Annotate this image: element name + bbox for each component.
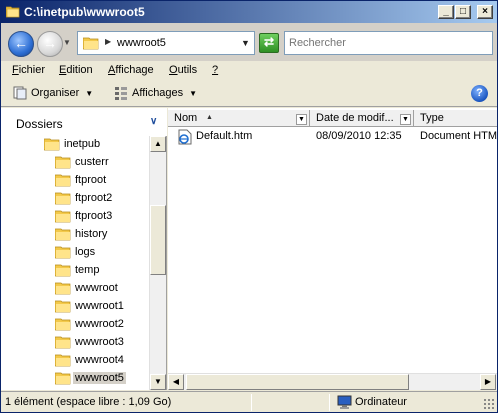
window-title: C:\inetpub\wwwroot5 (24, 5, 145, 19)
folder-icon (55, 174, 71, 187)
tree-item-label: wwwroot5 (73, 372, 126, 384)
folder-icon (55, 156, 71, 169)
organize-button[interactable]: Organiser ▼ (13, 86, 93, 100)
column-header-label: Nom (174, 112, 198, 124)
title-bar[interactable]: C:\inetpub\wwwroot5 _ □ × (1, 1, 497, 23)
menu-outils[interactable]: Outils (169, 64, 197, 76)
tree-item-label: ftproot (75, 174, 107, 186)
file-date: 08/09/2010 12:35 (316, 130, 402, 142)
tree-item-label: wwwroot4 (75, 354, 124, 366)
breadcrumb-separator-icon[interactable]: ▶ (105, 37, 111, 46)
explorer-window: C:\inetpub\wwwroot5 _ □ × ← → ▼ ▶ wwwroo… (0, 0, 498, 413)
column-filter-dropdown-icon[interactable]: ▼ (400, 114, 411, 125)
status-divider (251, 394, 252, 411)
file-horizontal-scrollbar[interactable]: ◀ ▶ (168, 373, 497, 390)
folder-icon (55, 228, 71, 241)
toolbar: Organiser ▼ Affichages ▼ ? (1, 81, 497, 107)
column-filter-dropdown-icon[interactable]: ▼ (296, 114, 307, 125)
tree-item-label: inetpub (64, 138, 101, 150)
folder-tree-pane: Dossiers ∨ inetpub custerr ftproot ftproot… (1, 108, 167, 390)
menu-edition[interactable]: Edition (59, 64, 93, 76)
status-divider (329, 394, 330, 411)
folder-icon (55, 336, 71, 349)
scroll-thumb[interactable] (150, 205, 166, 275)
scroll-down-button[interactable]: ▼ (150, 374, 166, 390)
status-bar: 1 élément (espace libre : 1,09 Go) Ordin… (1, 391, 497, 412)
tree-item-label: temp (75, 264, 100, 276)
tree-vertical-scrollbar[interactable]: ▲ ▼ (149, 136, 166, 390)
tree-item-label: custerr (75, 156, 109, 168)
folder-icon (83, 37, 99, 50)
status-zone-label: Ordinateur (355, 396, 407, 408)
refresh-button[interactable]: ⇄ (259, 33, 279, 53)
address-bar[interactable]: ▶ wwwroot5 ▼ (77, 31, 255, 55)
tree-item-label: ftproot3 (75, 210, 113, 222)
views-label: Affichages (132, 86, 184, 99)
menu-bar: Fichier Edition Affichage Outils ? (1, 61, 497, 81)
folder-icon (55, 318, 71, 331)
chevron-down-icon[interactable]: ∨ (150, 116, 157, 127)
tree-item-label: history (75, 228, 108, 240)
views-button[interactable]: Affichages ▼ (114, 86, 197, 100)
back-button[interactable]: ← (8, 31, 34, 57)
search-input[interactable] (285, 32, 492, 54)
folders-header[interactable]: Dossiers ∨ (1, 108, 167, 136)
help-button[interactable]: ? (471, 85, 488, 102)
scroll-right-button[interactable]: ▶ (480, 374, 496, 390)
file-type: Document HTML (420, 130, 497, 142)
folder-icon (55, 264, 71, 277)
folder-icon (55, 354, 71, 367)
folder-icon (55, 300, 71, 313)
column-header-label: Type (420, 112, 444, 124)
column-header-name[interactable]: Nom ▲ ▼ (168, 110, 310, 127)
tree-item-label: ftproot2 (75, 192, 113, 204)
maximize-button[interactable]: □ (455, 5, 471, 19)
history-dropdown-icon[interactable]: ▼ (63, 38, 71, 47)
menu-affichage[interactable]: Affichage (108, 64, 154, 76)
search-field[interactable] (284, 31, 493, 55)
scroll-up-button[interactable]: ▲ (150, 136, 166, 152)
scroll-left-button[interactable]: ◀ (168, 374, 184, 390)
tree-item-label: wwwroot3 (75, 336, 124, 348)
computer-icon (337, 395, 352, 409)
tree-item-label: wwwroot (75, 282, 118, 294)
file-name: Default.htm (196, 130, 253, 142)
organize-label: Organiser (31, 86, 80, 99)
views-icon (115, 87, 127, 100)
organize-icon (13, 86, 27, 100)
resize-grip[interactable] (483, 398, 495, 410)
chevron-down-icon: ▼ (189, 88, 198, 98)
menu-fichier[interactable]: Fichier (12, 64, 45, 76)
table-row[interactable]: Default.htm 08/09/2010 12:35 Document HT… (168, 128, 497, 146)
status-text: 1 élément (espace libre : 1,09 Go) (5, 396, 172, 408)
tree-item-label: wwwroot1 (75, 300, 124, 312)
chevron-down-icon: ▼ (85, 88, 94, 98)
column-header-date[interactable]: Date de modif... ▼ (310, 110, 414, 127)
forward-button[interactable]: → (37, 31, 63, 57)
folder-icon (6, 6, 20, 18)
folder-icon (55, 246, 71, 259)
sort-ascending-icon: ▲ (206, 114, 213, 121)
folder-icon (55, 282, 71, 295)
tree-item-label: logs (75, 246, 96, 258)
folder-icon (55, 372, 71, 385)
folder-icon (44, 138, 60, 151)
address-dropdown-icon[interactable]: ▼ (241, 38, 250, 48)
scroll-thumb[interactable] (186, 374, 409, 390)
tree-item-label: wwwroot2 (75, 318, 124, 330)
close-button[interactable]: × (477, 5, 493, 19)
column-header-type[interactable]: Type (414, 110, 497, 127)
folders-header-label: Dossiers (16, 117, 63, 131)
file-list-pane: Nom ▲ ▼ Date de modif... ▼ Type Default.… (168, 108, 497, 390)
html-document-icon (178, 129, 192, 145)
menu-help[interactable]: ? (212, 64, 218, 76)
column-header-label: Date de modif... (316, 112, 394, 124)
folder-icon (55, 192, 71, 205)
address-row: ← → ▼ ▶ wwwroot5 ▼ ⇄ (1, 23, 497, 61)
minimize-button[interactable]: _ (438, 5, 454, 19)
folder-icon (55, 210, 71, 223)
address-path: wwwroot5 (117, 37, 166, 49)
